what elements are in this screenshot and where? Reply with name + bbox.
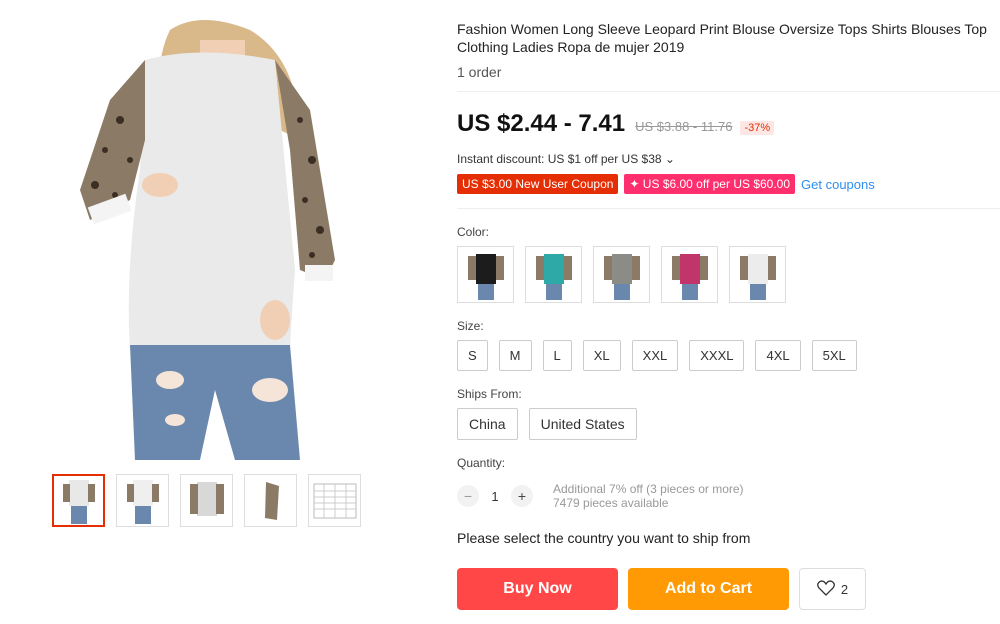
get-coupons-link[interactable]: Get coupons bbox=[801, 177, 875, 192]
size-option[interactable]: XXL bbox=[631, 340, 679, 371]
ships-from-label: Ships From: bbox=[457, 387, 522, 401]
thumbnail-5-size-chart[interactable] bbox=[308, 474, 361, 527]
size-option[interactable]: 4XL bbox=[755, 340, 801, 371]
action-buttons: Buy Now Add to Cart 2 bbox=[457, 568, 1000, 610]
ship-option-china[interactable]: China bbox=[457, 408, 518, 440]
quantity-section: Quantity: − 1 + Additional 7% off (3 pie… bbox=[457, 456, 1000, 510]
thumbnail-2[interactable] bbox=[116, 474, 169, 527]
size-option[interactable]: XXXL bbox=[689, 340, 745, 371]
size-section: Size: S M L XL XXL XXXL 4XL 5XL bbox=[457, 319, 1000, 371]
color-swatch-white[interactable] bbox=[729, 246, 786, 303]
ships-from-options: China United States bbox=[457, 408, 1000, 440]
ship-country-prompt: Please select the country you want to sh… bbox=[457, 530, 751, 546]
divider bbox=[457, 208, 1000, 209]
quantity-note: Additional 7% off (3 pieces or more) 747… bbox=[553, 482, 744, 510]
size-label: Size: bbox=[457, 319, 484, 333]
wishlist-count: 2 bbox=[840, 581, 849, 597]
size-options: S M L XL XXL XXXL 4XL 5XL bbox=[457, 340, 1000, 371]
product-title: Fashion Women Long Sleeve Leopard Print … bbox=[457, 21, 987, 55]
quantity-value[interactable]: 1 bbox=[479, 489, 511, 504]
new-user-coupon[interactable]: US $3.00 New User Coupon bbox=[457, 174, 619, 194]
color-swatch-black[interactable] bbox=[457, 246, 514, 303]
current-price: US $2.44 - 7.41 bbox=[457, 110, 626, 137]
size-option[interactable]: L bbox=[542, 340, 572, 371]
original-price: US $3.88 - 11.76 bbox=[635, 119, 733, 134]
order-count: 1 order bbox=[457, 64, 502, 80]
main-product-image[interactable] bbox=[50, 20, 350, 460]
wishlist-button[interactable]: 2 bbox=[799, 568, 866, 610]
increase-quantity-button[interactable]: + bbox=[511, 485, 533, 507]
color-swatch-gray[interactable] bbox=[593, 246, 650, 303]
color-swatch-teal[interactable] bbox=[525, 246, 582, 303]
thumbnail-4[interactable] bbox=[244, 474, 297, 527]
size-option[interactable]: XL bbox=[582, 340, 621, 371]
divider bbox=[457, 91, 1000, 92]
color-swatches bbox=[457, 246, 1000, 303]
thumbnail-3[interactable] bbox=[180, 474, 233, 527]
product-info: Fashion Women Long Sleeve Leopard Print … bbox=[457, 20, 1000, 610]
discount-badge: -37% bbox=[740, 121, 775, 135]
quantity-stepper: − 1 + Additional 7% off (3 pieces or mor… bbox=[457, 482, 1000, 510]
decrease-quantity-button[interactable]: − bbox=[457, 485, 479, 507]
size-option[interactable]: S bbox=[457, 340, 488, 371]
size-option[interactable]: M bbox=[498, 340, 532, 371]
quantity-label: Quantity: bbox=[457, 456, 506, 470]
store-coupon[interactable]: ✦ US $6.00 off per US $60.00 bbox=[624, 174, 796, 194]
size-option[interactable]: 5XL bbox=[811, 340, 857, 371]
stock-available: 7479 pieces available bbox=[553, 496, 669, 510]
color-section: Color: bbox=[457, 225, 1000, 303]
color-label: Color: bbox=[457, 225, 490, 239]
add-to-cart-button[interactable]: Add to Cart bbox=[628, 568, 789, 610]
thumbnail-strip bbox=[52, 474, 361, 527]
buy-now-button[interactable]: Buy Now bbox=[457, 568, 618, 610]
ship-option-united-states[interactable]: United States bbox=[528, 408, 637, 440]
heart-icon bbox=[816, 579, 835, 599]
coupon-row: US $3.00 New User Coupon ✦ US $6.00 off … bbox=[457, 174, 1000, 194]
instant-discount[interactable]: Instant discount: US $1 off per US $38 ⌄ bbox=[457, 152, 1000, 166]
price-row: US $2.44 - 7.41 US $3.88 - 11.76 -37% bbox=[457, 110, 1000, 138]
color-swatch-rose[interactable] bbox=[661, 246, 718, 303]
bulk-discount-note: Additional 7% off (3 pieces or more) bbox=[553, 482, 744, 496]
thumbnail-1[interactable] bbox=[52, 474, 105, 527]
ships-from-section: Ships From: China United States bbox=[457, 387, 1000, 440]
